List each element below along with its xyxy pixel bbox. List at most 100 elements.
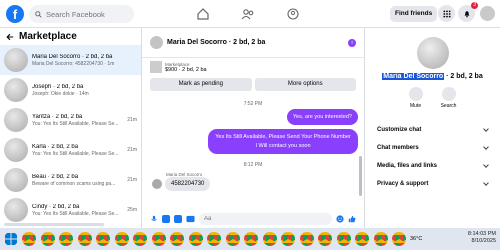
sender-avatar	[152, 178, 162, 189]
conversation-item[interactable]: Karla · 2 bd, 2 ba You: Yes Its Still Ava…	[0, 135, 141, 165]
more-options-button[interactable]: More options	[254, 78, 356, 91]
conversation-item[interactable]: Yaritza · 2 bd, 2 ba You: Yes Its Still A…	[0, 105, 141, 135]
conversation-preview: Maria Del Socorro: 4582204730 · 1m	[32, 60, 115, 67]
listing-thumbnail	[150, 61, 162, 73]
menu-customize-chat[interactable]: Customize chat	[365, 121, 500, 139]
system-tray[interactable]: 8:14:03 PM 8/10/2025	[468, 231, 496, 245]
horizontal-scrollbar[interactable]	[4, 223, 104, 226]
chrome-taskbar-icon[interactable]	[133, 232, 147, 246]
profile-picture[interactable]	[416, 37, 449, 69]
chat-header: Maria Del Socorro · 2 bd, 2 ba i	[142, 28, 364, 58]
mute-label: Mute	[410, 103, 422, 109]
conversation-name: Maria Del Socorro · 2 bd, 2 ba	[32, 53, 113, 60]
chrome-taskbar-icon[interactable]	[355, 232, 369, 246]
conversation-details-panel: Maria Del Socorro · 2 bd, 2 ba Mute Sear…	[364, 28, 500, 228]
mark-as-pending-button[interactable]: Mark as pending	[150, 78, 252, 91]
notifications-button[interactable]: 3	[458, 2, 478, 22]
chrome-taskbar-icon[interactable]	[22, 232, 36, 246]
listing-thumbnail	[4, 138, 28, 162]
listing-thumbnail	[4, 108, 28, 132]
chrome-taskbar-icon[interactable]	[207, 232, 221, 246]
marketplace-conversation-list: Marketplace Maria Del Socorro · 2 bd, 2 …	[0, 28, 142, 228]
chrome-taskbar-icon[interactable]	[225, 232, 240, 246]
listing-thumbnail	[4, 168, 28, 192]
chrome-taskbar-icon[interactable]	[336, 232, 351, 246]
sticker-icon[interactable]	[174, 215, 182, 223]
chrome-taskbar-icon[interactable]	[392, 232, 406, 246]
menu-chat-members[interactable]: Chat members	[365, 139, 500, 157]
chrome-taskbar-icon[interactable]	[151, 232, 166, 246]
menu-button[interactable]	[438, 5, 455, 22]
bell-icon	[408, 87, 423, 101]
chevron-down-icon	[483, 180, 489, 186]
menu-label: Privacy & support	[377, 181, 429, 187]
outgoing-message: Yes Its Still Available, Please Send You…	[208, 129, 358, 154]
conversation-preview: You: Yes Its Still Available, Please Se.…	[32, 120, 119, 127]
chat-avatar[interactable]	[150, 36, 163, 49]
message-input[interactable]	[199, 213, 332, 225]
weather-temperature[interactable]: 36°C	[410, 236, 422, 242]
conversation-name: Cindy · 2 bd, 2 ba	[32, 203, 80, 210]
profile-name: Maria Del Socorro · 2 bd, 2 ba	[365, 73, 500, 80]
info-icon[interactable]: i	[348, 38, 356, 47]
conversation-name: Beau · 2 bd, 2 ba	[32, 173, 79, 180]
chrome-taskbar-icon[interactable]	[299, 232, 314, 246]
chrome-taskbar-icon[interactable]	[170, 232, 184, 246]
chrome-taskbar-icon[interactable]	[114, 232, 129, 246]
outgoing-message: Yes, are you interested?	[286, 109, 358, 126]
top-navigation-bar: f Find friends 3	[0, 0, 500, 28]
conversation-item[interactable]: Joseph · 2 bd, 2 ba Joseph: Okie dokie · …	[0, 75, 141, 105]
conversation-item[interactable]: Cindy · 2 bd, 2 ba You: Yes Its Still Ava…	[0, 195, 141, 225]
photo-icon[interactable]	[162, 215, 170, 223]
chrome-taskbar-icon[interactable]	[188, 232, 203, 246]
chrome-taskbar-icon[interactable]	[262, 232, 277, 246]
chrome-taskbar-icon[interactable]	[373, 232, 388, 246]
search-box[interactable]	[29, 5, 134, 23]
search-conversation-button[interactable]: Search	[440, 87, 457, 109]
find-friends-button[interactable]: Find friends	[390, 6, 438, 22]
notification-badge: 3	[471, 2, 478, 9]
chrome-taskbar-icon[interactable]	[244, 232, 258, 246]
chrome-taskbar-icon[interactable]	[318, 232, 332, 246]
chrome-taskbar-icon[interactable]	[59, 232, 73, 246]
search-input[interactable]	[46, 9, 126, 19]
conversation-name: Karla · 2 bd, 2 ba	[32, 143, 79, 150]
groups-icon[interactable]	[286, 7, 300, 21]
chat-scrollbar[interactable]	[359, 156, 362, 196]
listing-thumbnail	[4, 198, 28, 222]
menu-label: Media, files and links	[377, 163, 438, 169]
menu-media-files-links[interactable]: Media, files and links	[365, 157, 500, 175]
windows-start-icon[interactable]	[4, 232, 18, 246]
chat-title[interactable]: Maria Del Socorro · 2 bd, 2 ba	[167, 39, 344, 46]
home-icon[interactable]	[196, 7, 210, 21]
friends-icon[interactable]	[241, 7, 255, 21]
listing-thumbnail	[4, 48, 28, 72]
like-icon[interactable]	[348, 215, 356, 223]
chrome-taskbar-icon[interactable]	[40, 232, 55, 246]
conversation-name: Joseph · 2 bd, 2 ba	[32, 83, 84, 90]
menu-privacy-support[interactable]: Privacy & support	[365, 175, 500, 193]
selected-name-text: Maria Del Socorro	[382, 73, 445, 80]
chevron-down-icon	[483, 162, 489, 168]
gif-icon[interactable]	[186, 215, 195, 223]
emoji-icon[interactable]	[336, 215, 344, 223]
details-menu: Customize chat Chat members Media, files…	[365, 121, 500, 193]
conversation-item[interactable]: Beau · 2 bd, 2 ba Beware of common scams …	[0, 165, 141, 195]
conversation-time: 21m	[127, 117, 137, 123]
listing-thumbnail	[4, 78, 28, 102]
windows-taskbar: 36°C 8:14:03 PM 8/10/2025	[0, 228, 500, 250]
search-icon	[441, 87, 456, 101]
listing-card[interactable]: Marketplace $900 · 2 bd, 2 ba	[142, 58, 364, 76]
back-arrow-icon[interactable]	[6, 33, 14, 41]
search-label: Search	[440, 103, 457, 109]
facebook-logo[interactable]: f	[6, 5, 24, 23]
conversation-time: 25m	[127, 207, 137, 213]
chrome-taskbar-icon[interactable]	[281, 232, 295, 246]
chrome-taskbar-icon[interactable]	[96, 232, 110, 246]
mute-button[interactable]: Mute	[408, 87, 423, 109]
chrome-taskbar-icon[interactable]	[77, 232, 92, 246]
conversation-item[interactable]: Maria Del Socorro · 2 bd, 2 ba Maria Del …	[0, 45, 141, 75]
microphone-icon[interactable]	[150, 215, 158, 223]
account-avatar[interactable]	[479, 5, 496, 22]
search-icon	[35, 10, 42, 18]
